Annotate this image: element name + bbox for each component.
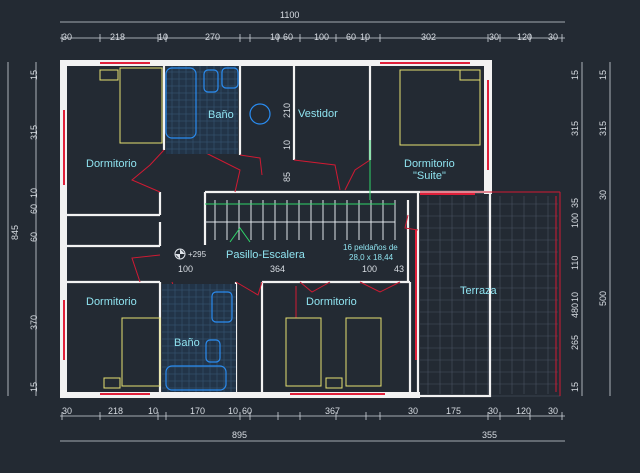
dim-bottom-total-1: 355: [482, 430, 497, 440]
dim-top-total: 1100: [280, 10, 299, 20]
dim-top-5: 60: [283, 32, 293, 42]
dim-top-8: 10: [360, 32, 370, 42]
dim-right-outer-2: 30: [598, 190, 608, 200]
dim-right-outer-1: 315: [598, 121, 608, 136]
dim-top-10: 30: [489, 32, 499, 42]
dim-left-5: 370: [29, 315, 39, 330]
room-terraza: Terraza: [460, 285, 498, 297]
stair-note-line1: 16 peldaños de: [343, 243, 398, 252]
dim-bottom-4: 10: [228, 406, 238, 416]
dim-bottom-6: 367: [325, 406, 340, 416]
stair-note-line2: 28,0 x 18,44: [349, 253, 394, 262]
dim-bottom-11: 30: [548, 406, 558, 416]
dim-bottom-5: 60: [242, 406, 252, 416]
room-bano-bottom: Baño: [174, 337, 200, 349]
dim-bottom-7: 30: [408, 406, 418, 416]
room-dormitorio-nw: Dormitorio: [86, 158, 137, 170]
dim-left-0: 15: [29, 70, 39, 80]
dim-top-11: 120: [517, 32, 532, 42]
dim-interior-364: 364: [270, 264, 285, 274]
dim-top-12: 30: [548, 32, 558, 42]
dim-top-1: 218: [110, 32, 125, 42]
dim-right-inner-1: 315: [570, 121, 580, 136]
dim-top-7: 60: [346, 32, 356, 42]
dim-left-total: 845: [10, 225, 20, 240]
dim-bottom-8: 175: [446, 406, 461, 416]
room-bano-top: Baño: [208, 109, 234, 121]
dim-top-2: 10: [158, 32, 168, 42]
dim-top-9: 302: [421, 32, 436, 42]
dim-right-outer-0: 15: [598, 70, 608, 80]
dim-bottom-9: 30: [488, 406, 498, 416]
room-dormitorio-sw: Dormitorio: [86, 296, 137, 308]
walls: [60, 60, 492, 398]
dim-right-inner-7: 15: [570, 382, 580, 392]
room-suite-line2: "Suite": [413, 170, 446, 182]
room-vestidor: Vestidor: [298, 108, 338, 120]
dim-interior-100a: 100: [178, 264, 193, 274]
dim-left-4: 60: [29, 232, 39, 242]
dim-bottom-0: 30: [62, 406, 72, 416]
dim-right-inner-5: 10: [570, 292, 580, 302]
dim-bottom-10: 120: [516, 406, 531, 416]
dim-right-inner-2: 35: [570, 198, 580, 208]
dim-right-outer-3: 480: [570, 303, 580, 318]
dim-left-6: 15: [29, 382, 39, 392]
dim-bottom-3: 170: [190, 406, 205, 416]
dim-top-0: 30: [62, 32, 72, 42]
floor-plan: 1100 30 218 10 270 10 60 100 60 10 302 3…: [7, 10, 611, 442]
dim-interior-10: 10: [282, 140, 292, 150]
level-marker: +295: [174, 248, 207, 260]
stair-note: 16 peldaños de 28,0 x 18,44: [343, 243, 398, 262]
dim-top-4: 10: [270, 32, 280, 42]
dim-left-1: 315: [29, 125, 39, 140]
dim-right-inner-4: 110: [570, 256, 580, 270]
room-dormitorio-s: Dormitorio: [306, 296, 357, 308]
dim-left-3: 10: [29, 188, 39, 198]
dim-interior-85: 85: [282, 172, 292, 182]
dim-right-inner-3: 100: [570, 213, 580, 228]
dim-right-outer-4: 500: [598, 291, 608, 306]
dim-left-2: 60: [29, 204, 39, 214]
room-suite-line1: Dormitorio: [404, 158, 455, 170]
dim-interior-210: 210: [282, 103, 292, 118]
dim-bottom-1: 218: [108, 406, 123, 416]
dim-bottom-2: 10: [148, 406, 158, 416]
dim-top-6: 100: [314, 32, 329, 42]
room-pasillo: Pasillo-Escalera: [226, 249, 306, 261]
dim-top-3: 270: [205, 32, 220, 42]
dim-interior-43: 43: [394, 264, 404, 274]
dimension-lines: [7, 21, 611, 442]
dim-bottom-total-0: 895: [232, 430, 247, 440]
dim-right-inner-6: 265: [570, 335, 580, 350]
dim-interior-100b: 100: [362, 264, 377, 274]
level-value: +295: [188, 250, 207, 259]
dim-right-inner-0: 15: [570, 70, 580, 80]
